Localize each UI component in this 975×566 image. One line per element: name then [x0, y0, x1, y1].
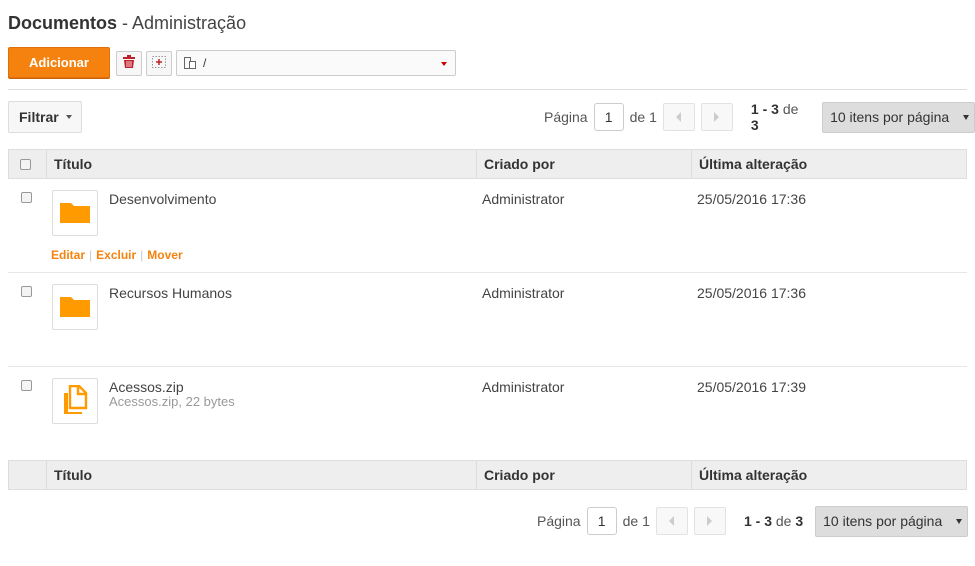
chevron-down-icon [65, 115, 72, 119]
column-modified[interactable]: Última alteração [691, 461, 966, 489]
file-icon [62, 384, 88, 418]
select-all-cell [9, 150, 46, 178]
row-modified: 25/05/2016 17:39 [697, 379, 806, 395]
add-button[interactable]: Adicionar [8, 47, 110, 78]
row-title[interactable]: Recursos Humanos [109, 285, 232, 301]
row-divider [8, 366, 967, 367]
page-title-sub: - Administração [122, 13, 247, 33]
prev-page-button[interactable] [655, 507, 688, 535]
row-created-by: Administrator [482, 379, 565, 395]
row-checkbox[interactable] [21, 380, 32, 391]
next-page-button[interactable] [693, 507, 726, 535]
pagination-bottom: Página 1 de 1 1 - 3 de 3 10 itens por pá… [537, 505, 969, 537]
next-page-button[interactable] [700, 103, 733, 131]
chevron-left-icon [669, 516, 675, 526]
range-of-label: de [782, 101, 799, 117]
edit-link[interactable]: Editar [51, 248, 85, 262]
items-per-page-value: 10 itens por página [823, 513, 943, 529]
new-folder-button[interactable] [146, 51, 172, 76]
filter-label: Filtrar [19, 109, 59, 125]
page-label: Página [544, 109, 588, 125]
filter-button[interactable]: Filtrar [8, 101, 82, 133]
chevron-down-icon [956, 518, 963, 524]
chevron-down-icon [963, 114, 969, 120]
total-pages: 1 [649, 109, 657, 125]
row-checkbox[interactable] [21, 192, 32, 203]
range-total: 3 [795, 513, 804, 529]
row-divider [8, 272, 967, 273]
separator: | [140, 248, 144, 262]
chevron-right-icon [714, 112, 720, 122]
row-modified: 25/05/2016 17:36 [697, 285, 806, 301]
table-header: Título Criado por Última alteração [8, 149, 967, 179]
column-modified[interactable]: Última alteração [691, 150, 966, 178]
column-title[interactable]: Título [46, 150, 476, 178]
row-subtitle: Acessos.zip, 22 bytes [109, 394, 235, 409]
total-pages: 1 [642, 513, 650, 529]
column-created-by[interactable]: Criado por [476, 461, 691, 489]
folder-path-select[interactable]: / [176, 50, 456, 76]
new-folder-icon [151, 55, 167, 72]
result-range: 1 - 3 de 3 [751, 101, 810, 133]
range-total: 3 [750, 117, 759, 133]
page-of-label: de [622, 513, 639, 529]
page-number-input[interactable]: 1 [593, 103, 624, 131]
trash-icon [121, 55, 137, 72]
delete-button[interactable] [116, 51, 142, 76]
row-modified: 25/05/2016 17:36 [697, 191, 806, 207]
page-of-label: de [629, 109, 646, 125]
row-actions: Editar | Excluir | Mover [51, 248, 183, 262]
move-link[interactable]: Mover [147, 248, 182, 262]
footer-select-cell [9, 461, 46, 489]
folder-icon [60, 295, 90, 320]
page-title-main: Documentos [8, 13, 118, 33]
items-per-page-select[interactable]: 10 itens por página [815, 505, 969, 537]
column-title[interactable]: Título [46, 461, 476, 489]
row-thumbnail[interactable] [52, 284, 98, 330]
row-thumbnail[interactable] [52, 190, 98, 236]
items-per-page-select[interactable]: 10 itens por página [822, 101, 975, 133]
row-thumbnail[interactable] [52, 378, 98, 424]
separator: | [89, 248, 93, 262]
folder-icon [60, 201, 90, 226]
pagination-top: Página 1 de 1 1 - 3 de 3 10 itens por pá… [544, 101, 975, 133]
result-range: 1 - 3 de 3 [744, 513, 803, 529]
folder-path-icon [183, 56, 197, 70]
range-value: 1 - 3 [743, 513, 772, 529]
divider [8, 89, 967, 90]
range-value: 1 - 3 [750, 101, 779, 117]
row-title[interactable]: Acessos.zip [109, 379, 184, 395]
row-checkbox[interactable] [21, 286, 32, 297]
chevron-right-icon [707, 516, 713, 526]
row-title[interactable]: Desenvolvimento [109, 191, 216, 207]
range-of-label: de [775, 513, 792, 529]
items-per-page-value: 10 itens por página [830, 109, 950, 125]
page-title: Documentos - Administração [8, 13, 246, 34]
row-created-by: Administrator [482, 285, 565, 301]
folder-path-value: / [203, 56, 207, 70]
chevron-down-icon [441, 62, 447, 66]
prev-page-button[interactable] [662, 103, 695, 131]
column-created-by[interactable]: Criado por [476, 150, 691, 178]
table-footer: Título Criado por Última alteração [8, 460, 967, 490]
page-label: Página [537, 513, 581, 529]
delete-link[interactable]: Excluir [96, 248, 136, 262]
select-all-checkbox[interactable] [20, 158, 31, 170]
chevron-left-icon [676, 112, 682, 122]
row-created-by: Administrator [482, 191, 565, 207]
page-number-input[interactable]: 1 [586, 507, 617, 535]
